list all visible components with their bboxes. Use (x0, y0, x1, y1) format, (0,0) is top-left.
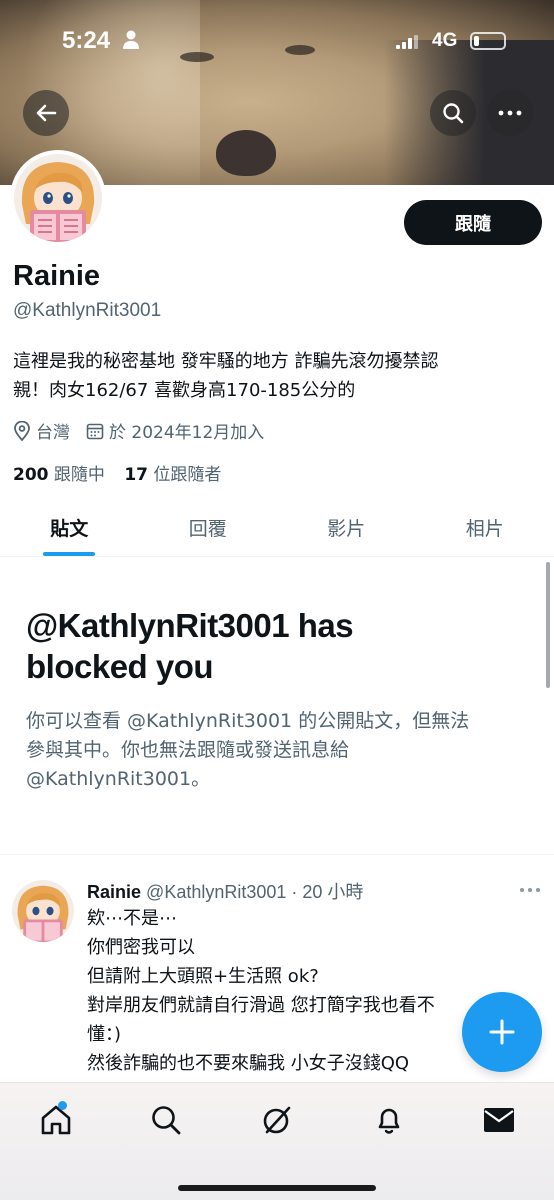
profile-display-name: Rainie (13, 260, 101, 292)
arrow-left-icon (36, 104, 57, 122)
follow-button[interactable]: 跟隨 (404, 200, 542, 245)
mail-icon (484, 1108, 514, 1132)
more-horizontal-icon[interactable] (515, 880, 545, 900)
profile-bio: 這裡是我的秘密基地 發牢騷的地方 詐騙先滾勿擾禁認 親！肉女162/67 喜歡身… (13, 347, 533, 405)
blocked-desc-line: 你可以查看 @KathlynRit3001 的公開貼文，但無法 (26, 710, 470, 732)
more-button[interactable] (487, 90, 533, 136)
profile-counts: 200 跟隨中 17 位跟隨者 (13, 460, 235, 485)
grok-icon (263, 1106, 291, 1134)
blocked-title-line: blocked you (26, 648, 214, 685)
notification-dot (58, 1101, 67, 1110)
tab-photos[interactable]: 相片 (416, 500, 554, 556)
blocked-desc-line: @KathlynRit3001。 (26, 768, 211, 790)
bio-line: 親！肉女162/67 喜歡身高170-185公分的 (13, 380, 356, 401)
profile-tabs: 貼文 回覆 影片 相片 (0, 500, 554, 557)
tweet-line: 對岸朋友們就請自行滑過 您打簡字我也看不 (87, 995, 435, 1016)
network-label: 4G (432, 30, 458, 51)
profile-avatar[interactable] (10, 150, 106, 246)
profile-location: 台灣 (13, 418, 70, 443)
tweet-line: 但請附上大頭照+生活照 ok? (87, 966, 319, 987)
bottom-navigation (0, 1082, 554, 1200)
tab-replies[interactable]: 回覆 (139, 500, 278, 556)
following-label: 跟隨中 (53, 465, 105, 485)
bell-icon (378, 1108, 400, 1134)
blocked-title: @KathlynRit3001 has blocked you (26, 605, 526, 687)
profile-joined: 於 2024年12月加入 (86, 418, 264, 443)
tweet-line: 欸⋯不是⋯ (87, 908, 177, 929)
status-bar: 5:24 4G (0, 0, 554, 80)
following-count: 200 (13, 465, 49, 485)
back-button[interactable] (23, 90, 69, 136)
nav-messages[interactable] (479, 1100, 519, 1140)
signal-icon (396, 35, 418, 49)
joined-text: 於 2024年12月加入 (109, 423, 265, 443)
plus-icon (489, 1019, 515, 1045)
followers-label: 位跟隨者 (153, 465, 222, 485)
profile-handle: @KathlynRit3001 (13, 300, 162, 321)
profile-meta: 台灣 於 2024年12月加入 (13, 418, 280, 443)
anime-girl-avatar-image (14, 154, 102, 242)
more-horizontal-icon (498, 110, 522, 116)
tweet-avatar[interactable] (12, 880, 74, 942)
battery-icon (470, 32, 506, 50)
tweet-line: 你們密我可以 (87, 937, 195, 958)
compose-button[interactable] (462, 992, 542, 1072)
location-pin-icon (14, 420, 30, 441)
tweet-line: 懂：) (87, 1024, 122, 1045)
status-time: 5:24 (62, 27, 111, 54)
calendar-icon (86, 423, 104, 439)
search-icon (443, 103, 464, 124)
nav-home[interactable] (36, 1100, 76, 1140)
blocked-desc-line: 參與其中。你也無法跟隨或發送訊息給 (26, 739, 350, 761)
tweet-line: 然後詐騙的也不要來騙我 小女子沒錢QQ (87, 1053, 410, 1074)
anime-girl-avatar-image (12, 880, 74, 942)
following-link[interactable]: 200 跟隨中 (13, 465, 105, 485)
nav-search[interactable] (146, 1100, 186, 1140)
home-indicator (178, 1185, 376, 1191)
blocked-title-line: @KathlynRit3001 has (26, 607, 354, 644)
followers-count: 17 (124, 465, 148, 485)
search-icon (152, 1106, 181, 1135)
location-text: 台灣 (36, 423, 70, 443)
tab-posts[interactable]: 貼文 (0, 500, 139, 556)
divider (0, 854, 554, 855)
tweet-handle-time: @KathlynRit3001 · 20 小時 (146, 882, 364, 902)
bio-line: 這裡是我的秘密基地 發牢騷的地方 詐騙先滾勿擾禁認 (13, 351, 439, 372)
tweet-body[interactable]: 欸⋯不是⋯ 你們密我可以 但請附上大頭照+生活照 ok? 對岸朋友們就請自行滑過… (87, 904, 507, 1078)
home-icon (41, 1105, 71, 1135)
tweet-author-name[interactable]: Rainie (87, 882, 141, 902)
nav-grok[interactable] (257, 1100, 297, 1140)
search-button[interactable] (430, 90, 476, 136)
followers-link[interactable]: 17 位跟隨者 (124, 465, 221, 485)
tweet-header: Rainie @KathlynRit3001 · 20 小時 (87, 878, 363, 904)
nav-notifications[interactable] (369, 1100, 409, 1140)
scrollbar[interactable] (546, 562, 550, 688)
banner-dog-nose (216, 130, 276, 176)
tab-videos[interactable]: 影片 (277, 500, 416, 556)
person-icon (123, 30, 139, 49)
blocked-description: 你可以查看 @KathlynRit3001 的公開貼文，但無法 參與其中。你也無… (26, 707, 526, 794)
